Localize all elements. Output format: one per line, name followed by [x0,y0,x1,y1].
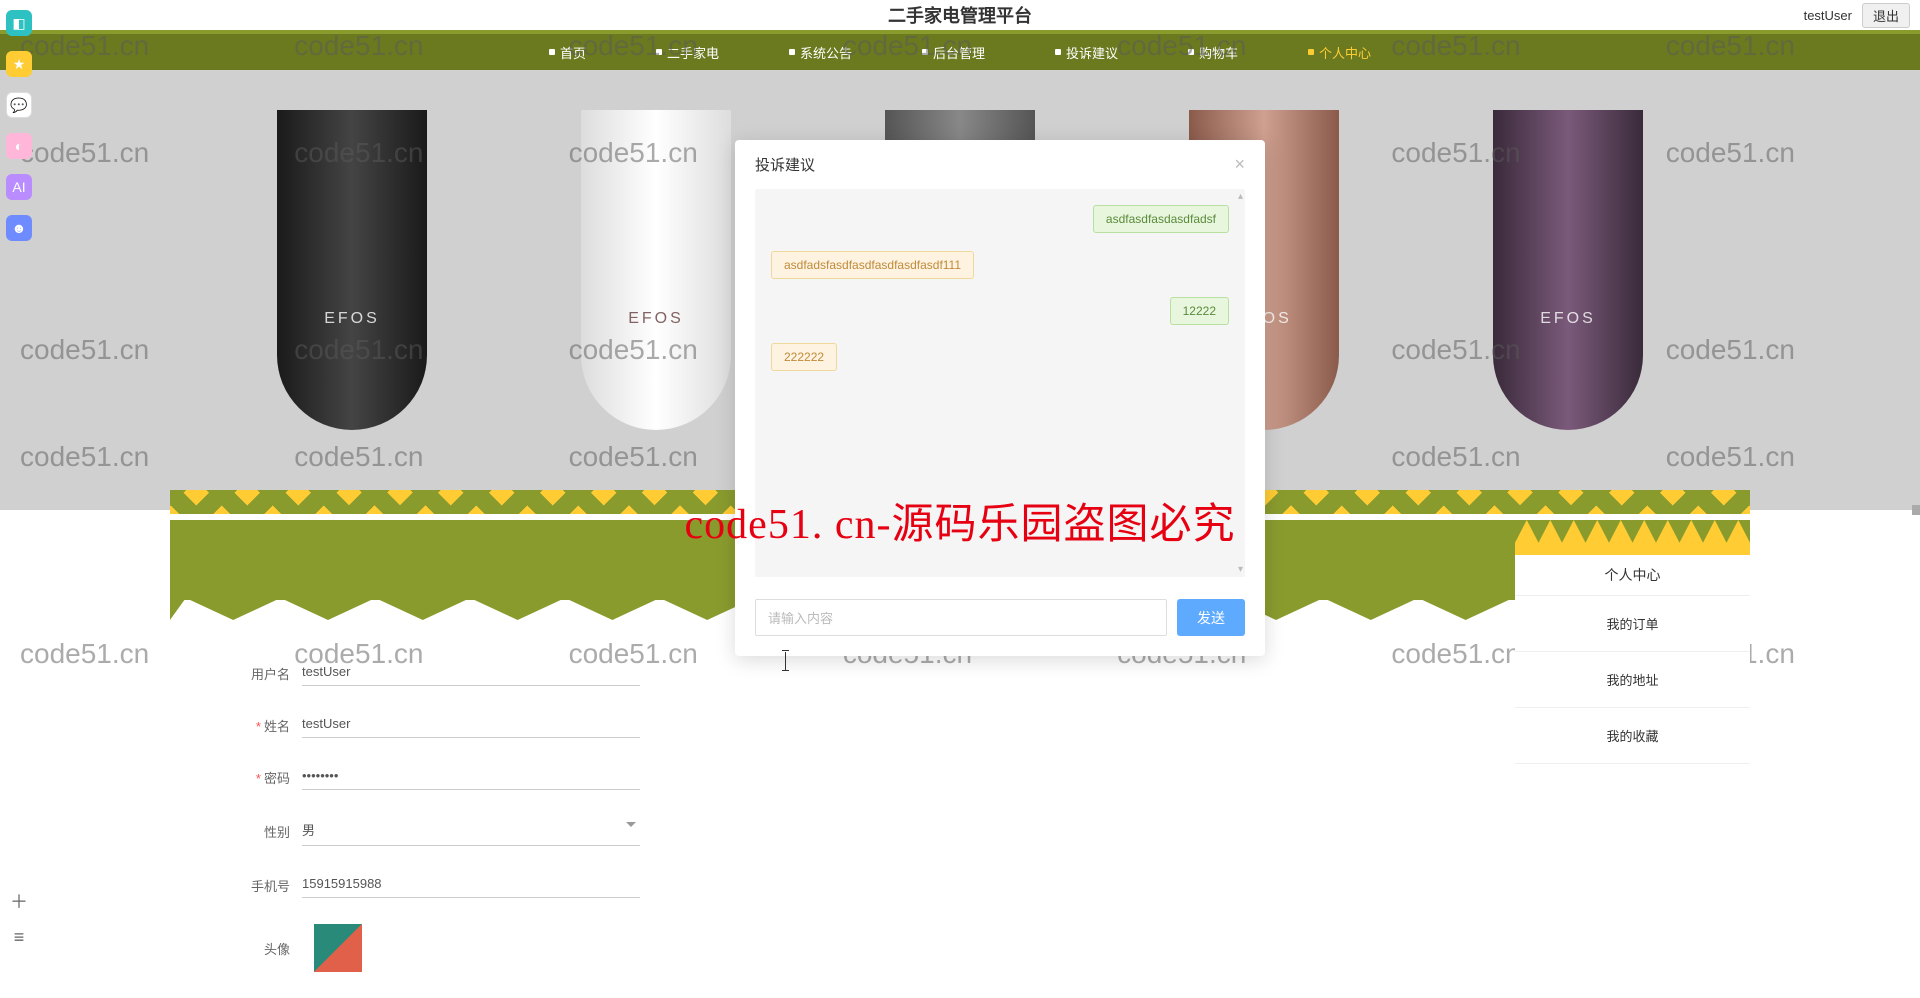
chat-messages-area[interactable]: ▴ asdfasdfasdasdfadsf asdfadsfasdfasdfas… [755,189,1245,577]
message-text: 12222 [1170,297,1229,325]
send-button[interactable]: 发送 [1177,599,1245,636]
scroll-down-icon[interactable]: ▾ [1238,564,1243,575]
chat-message-right: 12222 [771,297,1229,325]
text-cursor-icon [780,652,792,672]
message-text: asdfadsfasdfasdfasdfasdfasdf111 [771,251,974,279]
close-icon[interactable]: × [1234,154,1245,175]
scroll-up-icon[interactable]: ▴ [1238,191,1243,202]
message-text: asdfasdfasdasdfadsf [1093,205,1229,233]
feedback-modal: 投诉建议 × ▴ asdfasdfasdasdfadsf asdfadsfasd… [735,140,1265,656]
modal-title: 投诉建议 [755,154,815,175]
chat-input[interactable]: 请输入内容 [755,599,1167,636]
chat-message-right: asdfasdfasdasdfadsf [771,205,1229,233]
chat-message-left: 222222 [771,343,1229,371]
message-text: 222222 [771,343,837,371]
chat-message-left: asdfadsfasdfasdfasdfasdfasdf111 [771,251,1229,279]
